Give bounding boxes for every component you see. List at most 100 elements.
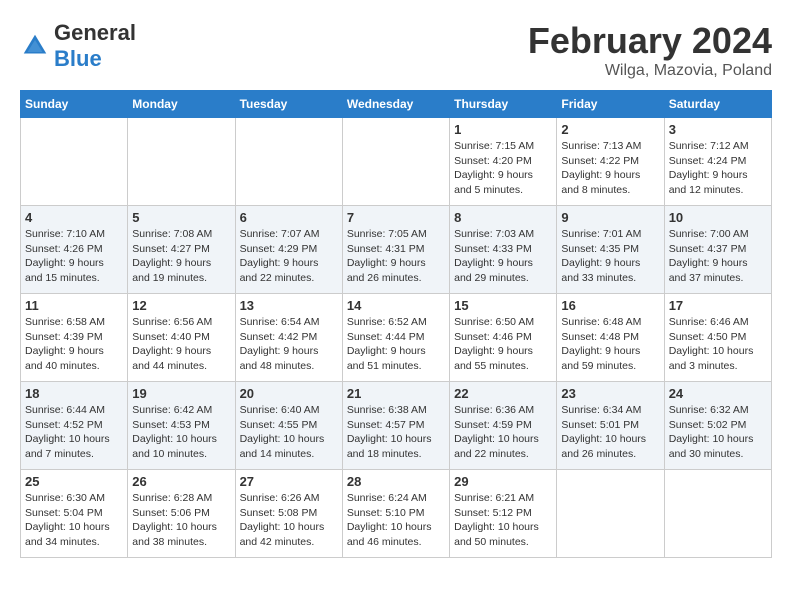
day-info: Sunrise: 6:46 AM Sunset: 4:50 PM Dayligh… bbox=[669, 315, 767, 374]
day-info: Sunrise: 6:34 AM Sunset: 5:01 PM Dayligh… bbox=[561, 403, 659, 462]
day-number: 20 bbox=[240, 386, 338, 401]
day-number: 3 bbox=[669, 122, 767, 137]
calendar-cell: 23Sunrise: 6:34 AM Sunset: 5:01 PM Dayli… bbox=[557, 382, 664, 470]
day-info: Sunrise: 6:36 AM Sunset: 4:59 PM Dayligh… bbox=[454, 403, 552, 462]
day-number: 10 bbox=[669, 210, 767, 225]
title-block: February 2024 Wilga, Mazovia, Poland bbox=[528, 20, 772, 80]
day-info: Sunrise: 6:58 AM Sunset: 4:39 PM Dayligh… bbox=[25, 315, 123, 374]
calendar-cell bbox=[21, 118, 128, 206]
day-number: 8 bbox=[454, 210, 552, 225]
calendar-week-row: 25 Sunrise: 6:30 AM Sunset: 5:04 PM Dayli… bbox=[21, 470, 772, 558]
day-number: 27 bbox=[240, 474, 338, 489]
calendar-title: February 2024 bbox=[528, 20, 772, 62]
calendar-cell: 20 Sunrise: 6:40 AM Sunset: 4:55 PM Dayli… bbox=[235, 382, 342, 470]
calendar-cell: 24 Sunrise: 6:32 AM Sunset: 5:02 PM Dayli… bbox=[664, 382, 771, 470]
day-info: Sunrise: 6:56 AM Sunset: 4:40 PM Dayligh… bbox=[132, 315, 230, 374]
calendar-cell: 18 Sunrise: 6:44 AM Sunset: 4:52 PM Dayli… bbox=[21, 382, 128, 470]
day-number: 25 bbox=[25, 474, 123, 489]
day-info: Sunrise: 6:40 AM Sunset: 4:55 PM Dayligh… bbox=[240, 403, 338, 462]
day-number: 28 bbox=[347, 474, 445, 489]
day-info: Sunrise: 6:30 AM Sunset: 5:04 PM Dayligh… bbox=[25, 491, 123, 550]
weekday-header: Saturday bbox=[664, 91, 771, 118]
calendar-cell bbox=[128, 118, 235, 206]
day-number: 24 bbox=[669, 386, 767, 401]
calendar-cell bbox=[235, 118, 342, 206]
day-number: 2 bbox=[561, 122, 659, 137]
calendar-cell bbox=[557, 470, 664, 558]
day-info: Sunrise: 7:12 AM Sunset: 4:24 PM Dayligh… bbox=[669, 139, 767, 198]
calendar-cell: 28 Sunrise: 6:24 AM Sunset: 5:10 PM Dayli… bbox=[342, 470, 449, 558]
day-info: Sunrise: 6:26 AM Sunset: 5:08 PM Dayligh… bbox=[240, 491, 338, 550]
day-info: Sunrise: 6:52 AM Sunset: 4:44 PM Dayligh… bbox=[347, 315, 445, 374]
weekday-header-row: SundayMondayTuesdayWednesdayThursdayFrid… bbox=[21, 91, 772, 118]
weekday-header: Wednesday bbox=[342, 91, 449, 118]
day-info: Sunrise: 7:05 AM Sunset: 4:31 PM Dayligh… bbox=[347, 227, 445, 286]
day-number: 11 bbox=[25, 298, 123, 313]
calendar-cell: 6 Sunrise: 7:07 AM Sunset: 4:29 PM Daylig… bbox=[235, 206, 342, 294]
calendar-cell: 26 Sunrise: 6:28 AM Sunset: 5:06 PM Dayli… bbox=[128, 470, 235, 558]
day-info: Sunrise: 6:28 AM Sunset: 5:06 PM Dayligh… bbox=[132, 491, 230, 550]
calendar-location: Wilga, Mazovia, Poland bbox=[528, 62, 772, 80]
calendar-cell: 17Sunrise: 6:46 AM Sunset: 4:50 PM Dayli… bbox=[664, 294, 771, 382]
day-number: 1 bbox=[454, 122, 552, 137]
day-info: Sunrise: 6:32 AM Sunset: 5:02 PM Dayligh… bbox=[669, 403, 767, 462]
day-number: 21 bbox=[347, 386, 445, 401]
logo-blue-text: Blue bbox=[54, 46, 102, 71]
calendar-week-row: 18 Sunrise: 6:44 AM Sunset: 4:52 PM Dayli… bbox=[21, 382, 772, 470]
day-info: Sunrise: 7:08 AM Sunset: 4:27 PM Dayligh… bbox=[132, 227, 230, 286]
calendar-cell: 11 Sunrise: 6:58 AM Sunset: 4:39 PM Dayli… bbox=[21, 294, 128, 382]
calendar-cell: 21Sunrise: 6:38 AM Sunset: 4:57 PM Dayli… bbox=[342, 382, 449, 470]
calendar-cell: 27 Sunrise: 6:26 AM Sunset: 5:08 PM Dayli… bbox=[235, 470, 342, 558]
calendar-cell: 29 Sunrise: 6:21 AM Sunset: 5:12 PM Dayli… bbox=[450, 470, 557, 558]
day-info: Sunrise: 6:54 AM Sunset: 4:42 PM Dayligh… bbox=[240, 315, 338, 374]
logo-icon bbox=[20, 31, 50, 61]
calendar-cell: 9Sunrise: 7:01 AM Sunset: 4:35 PM Daylig… bbox=[557, 206, 664, 294]
day-number: 14 bbox=[347, 298, 445, 313]
calendar-cell: 14 Sunrise: 6:52 AM Sunset: 4:44 PM Dayli… bbox=[342, 294, 449, 382]
day-number: 6 bbox=[240, 210, 338, 225]
day-number: 7 bbox=[347, 210, 445, 225]
page-header: General Blue February 2024 Wilga, Mazovi… bbox=[20, 20, 772, 80]
calendar-week-row: 11 Sunrise: 6:58 AM Sunset: 4:39 PM Dayli… bbox=[21, 294, 772, 382]
logo-general-text: General bbox=[54, 20, 136, 45]
calendar-cell: 19 Sunrise: 6:42 AM Sunset: 4:53 PM Dayli… bbox=[128, 382, 235, 470]
day-number: 5 bbox=[132, 210, 230, 225]
day-number: 29 bbox=[454, 474, 552, 489]
calendar-cell: 2 Sunrise: 7:13 AM Sunset: 4:22 PM Daylig… bbox=[557, 118, 664, 206]
day-info: Sunrise: 6:50 AM Sunset: 4:46 PM Dayligh… bbox=[454, 315, 552, 374]
calendar-cell bbox=[342, 118, 449, 206]
logo: General Blue bbox=[20, 20, 136, 72]
calendar-table: SundayMondayTuesdayWednesdayThursdayFrid… bbox=[20, 90, 772, 558]
calendar-cell: 7 Sunrise: 7:05 AM Sunset: 4:31 PM Daylig… bbox=[342, 206, 449, 294]
calendar-cell: 4 Sunrise: 7:10 AM Sunset: 4:26 PM Daylig… bbox=[21, 206, 128, 294]
day-number: 22 bbox=[454, 386, 552, 401]
calendar-cell: 22 Sunrise: 6:36 AM Sunset: 4:59 PM Dayli… bbox=[450, 382, 557, 470]
day-info: Sunrise: 7:13 AM Sunset: 4:22 PM Dayligh… bbox=[561, 139, 659, 198]
day-info: Sunrise: 6:24 AM Sunset: 5:10 PM Dayligh… bbox=[347, 491, 445, 550]
day-info: Sunrise: 7:03 AM Sunset: 4:33 PM Dayligh… bbox=[454, 227, 552, 286]
day-info: Sunrise: 6:44 AM Sunset: 4:52 PM Dayligh… bbox=[25, 403, 123, 462]
day-info: Sunrise: 6:42 AM Sunset: 4:53 PM Dayligh… bbox=[132, 403, 230, 462]
day-info: Sunrise: 7:10 AM Sunset: 4:26 PM Dayligh… bbox=[25, 227, 123, 286]
calendar-cell: 3 Sunrise: 7:12 AM Sunset: 4:24 PM Daylig… bbox=[664, 118, 771, 206]
day-number: 16 bbox=[561, 298, 659, 313]
calendar-cell: 16 Sunrise: 6:48 AM Sunset: 4:48 PM Dayli… bbox=[557, 294, 664, 382]
calendar-week-row: 4 Sunrise: 7:10 AM Sunset: 4:26 PM Daylig… bbox=[21, 206, 772, 294]
weekday-header: Friday bbox=[557, 91, 664, 118]
calendar-cell bbox=[664, 470, 771, 558]
day-number: 4 bbox=[25, 210, 123, 225]
calendar-cell: 12 Sunrise: 6:56 AM Sunset: 4:40 PM Dayli… bbox=[128, 294, 235, 382]
day-number: 19 bbox=[132, 386, 230, 401]
day-info: Sunrise: 7:07 AM Sunset: 4:29 PM Dayligh… bbox=[240, 227, 338, 286]
calendar-cell: 1Sunrise: 7:15 AM Sunset: 4:20 PM Daylig… bbox=[450, 118, 557, 206]
day-number: 15 bbox=[454, 298, 552, 313]
calendar-cell: 25 Sunrise: 6:30 AM Sunset: 5:04 PM Dayli… bbox=[21, 470, 128, 558]
day-number: 12 bbox=[132, 298, 230, 313]
day-info: Sunrise: 6:21 AM Sunset: 5:12 PM Dayligh… bbox=[454, 491, 552, 550]
day-number: 13 bbox=[240, 298, 338, 313]
day-number: 18 bbox=[25, 386, 123, 401]
calendar-cell: 13 Sunrise: 6:54 AM Sunset: 4:42 PM Dayli… bbox=[235, 294, 342, 382]
calendar-cell: 5 Sunrise: 7:08 AM Sunset: 4:27 PM Daylig… bbox=[128, 206, 235, 294]
day-number: 26 bbox=[132, 474, 230, 489]
day-info: Sunrise: 6:48 AM Sunset: 4:48 PM Dayligh… bbox=[561, 315, 659, 374]
